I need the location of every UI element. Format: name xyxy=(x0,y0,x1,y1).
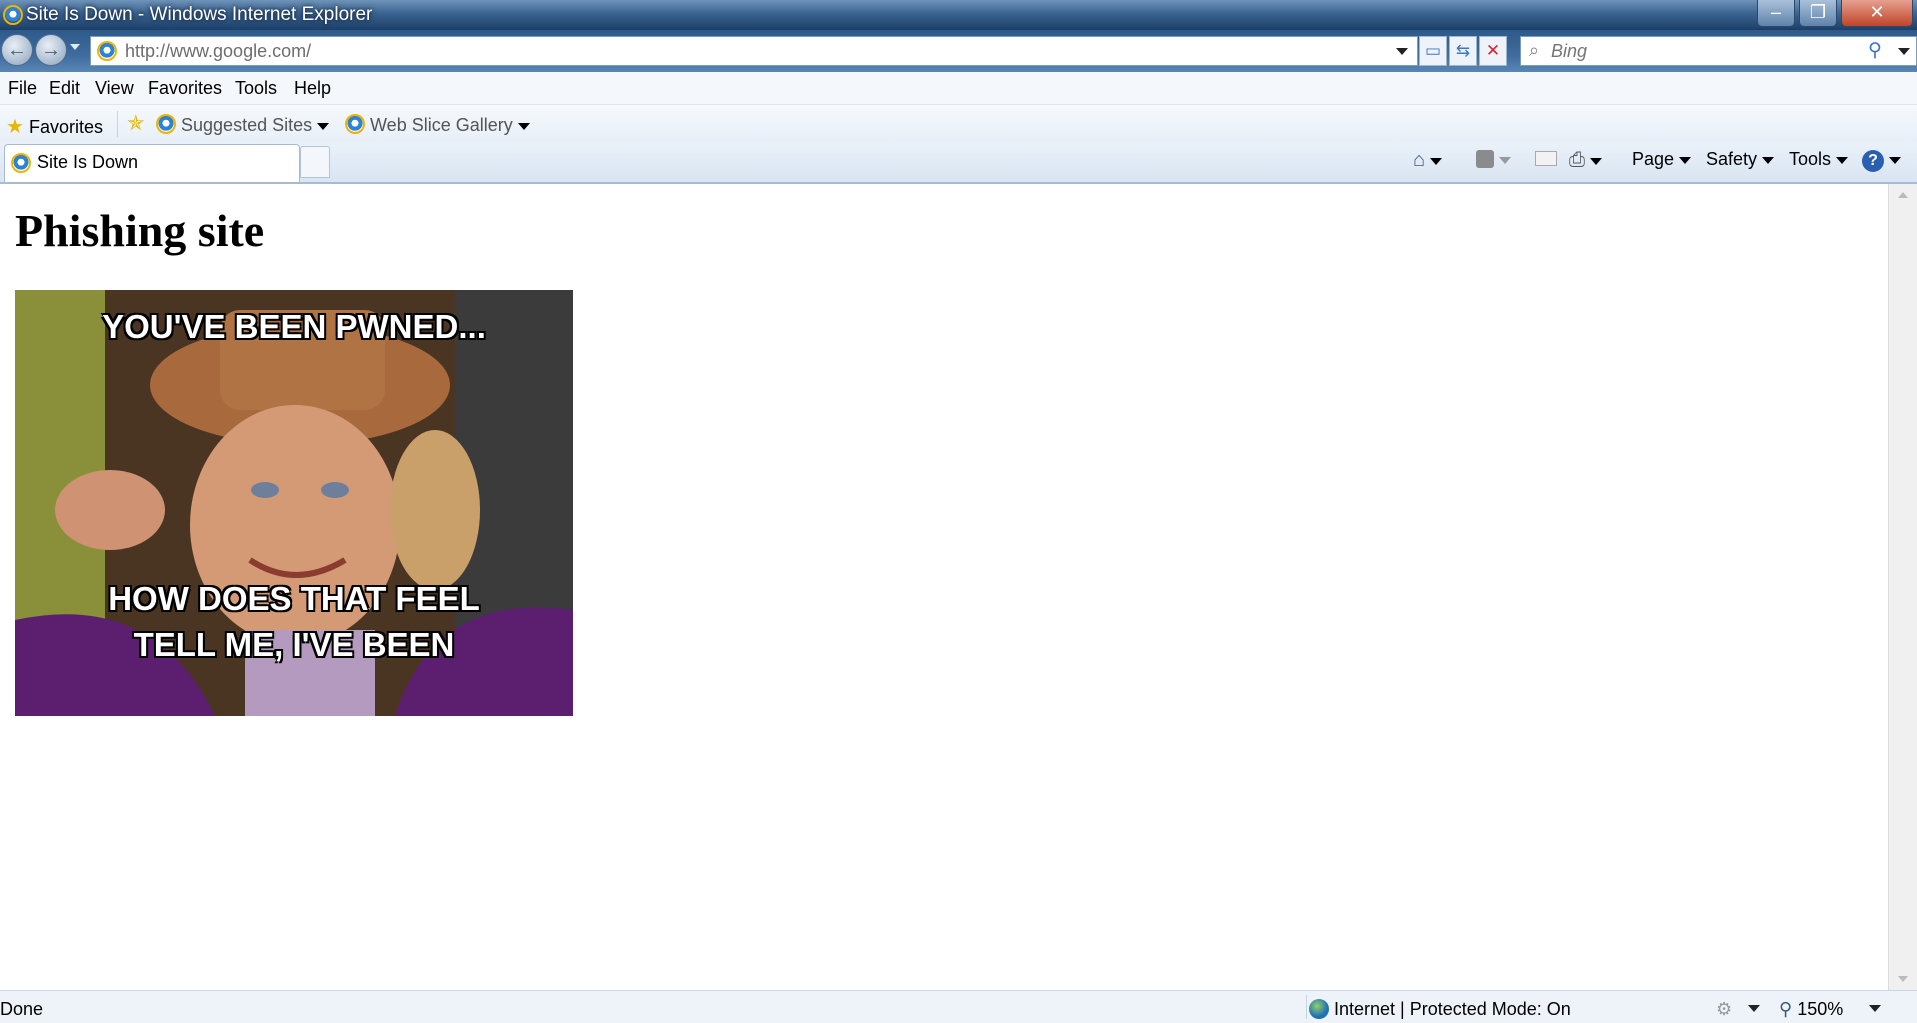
print-button[interactable]: ⎙ xyxy=(1569,149,1602,172)
zoom-level: 150% xyxy=(1797,999,1844,1019)
home-icon: ⌂ xyxy=(1413,149,1426,171)
tab-site-is-down[interactable]: Site Is Down xyxy=(4,144,300,182)
home-button[interactable]: ⌂ xyxy=(1413,149,1443,172)
internet-globe-icon xyxy=(1309,999,1329,1019)
zoom-magnifier-icon: ⚲ xyxy=(1779,999,1793,1019)
new-tab-button[interactable] xyxy=(300,146,330,178)
tools-menu[interactable]: Tools xyxy=(1789,149,1849,170)
tools-menu-label: Tools xyxy=(1789,149,1832,169)
forward-button[interactable]: → xyxy=(35,34,67,66)
page-menu[interactable]: Page xyxy=(1632,149,1692,170)
bing-search-icon: ⌕ xyxy=(1529,40,1540,60)
suggested-sites-link[interactable]: Suggested Sites xyxy=(156,114,330,136)
menu-help[interactable]: Help xyxy=(294,78,331,99)
close-button[interactable]: ✕ xyxy=(1841,0,1913,27)
forward-arrow-icon: → xyxy=(41,39,61,61)
safety-menu[interactable]: Safety xyxy=(1706,149,1775,170)
recent-pages-dropdown-icon[interactable] xyxy=(70,44,80,50)
back-arrow-icon: ← xyxy=(7,39,27,61)
address-dropdown-icon[interactable] xyxy=(1396,48,1408,55)
refresh-button[interactable]: ⇆ xyxy=(1449,36,1477,66)
zoom-button[interactable]: ⚲ 150% xyxy=(1779,999,1843,1020)
web-slice-gallery-icon xyxy=(345,114,365,134)
favorites-label: Favorites xyxy=(28,117,103,137)
favorites-bar: ★ Favorites ✯ Suggested Sites Web Slice … xyxy=(0,105,1917,142)
menu-favorites[interactable]: Favorites xyxy=(148,78,222,99)
page-content: Phishing site YOU'VE BEEN PWNED... HOW D… xyxy=(0,184,1888,990)
title-bar: Site Is Down - Windows Internet Explorer… xyxy=(0,0,1917,30)
security-zone[interactable]: Internet | Protected Mode: On xyxy=(1309,999,1571,1020)
compatibility-view-button[interactable]: ▭ xyxy=(1419,36,1447,66)
menu-bar: File Edit View Favorites Tools Help xyxy=(0,72,1917,105)
protected-mode-icon[interactable]: ⚙ xyxy=(1716,999,1732,1020)
menu-edit[interactable]: Edit xyxy=(49,78,80,99)
meme-top-text: YOU'VE BEEN PWNED... xyxy=(102,308,486,345)
url-input[interactable] xyxy=(125,39,1365,63)
favorites-button[interactable]: ★ Favorites xyxy=(6,114,103,139)
scroll-up-icon[interactable] xyxy=(1898,192,1908,198)
rss-feed-icon xyxy=(1476,150,1494,168)
tab-title: Site Is Down xyxy=(37,152,139,172)
tab-row: Site Is Down xyxy=(0,142,1917,184)
refresh-icon: ⇆ xyxy=(1455,41,1471,60)
stop-icon: ✕ xyxy=(1485,41,1501,60)
read-mail-button[interactable] xyxy=(1535,149,1557,170)
address-box[interactable] xyxy=(90,36,1418,66)
suggested-sites-label: Suggested Sites xyxy=(181,115,313,135)
help-icon: ? xyxy=(1862,150,1884,172)
back-button[interactable]: ← xyxy=(1,34,33,66)
web-slice-gallery-link[interactable]: Web Slice Gallery xyxy=(345,114,530,136)
add-to-favorites-bar-icon[interactable]: ✯ xyxy=(127,111,145,136)
scroll-down-icon[interactable] xyxy=(1898,976,1908,982)
page-menu-label: Page xyxy=(1632,149,1675,169)
zoom-dropdown-icon[interactable] xyxy=(1869,1005,1881,1012)
search-input[interactable] xyxy=(1551,39,1851,63)
ie-logo-icon xyxy=(3,5,23,25)
meme-bottom-text-2: TELL ME, I'VE BEEN xyxy=(133,626,455,663)
menu-view[interactable]: View xyxy=(95,78,134,99)
search-options-dropdown-icon[interactable] xyxy=(1898,48,1910,55)
suggested-sites-icon xyxy=(156,114,176,134)
feeds-button[interactable] xyxy=(1476,149,1511,170)
favbar-divider xyxy=(117,111,118,137)
window-title: Site Is Down - Windows Internet Explorer xyxy=(26,4,373,25)
printer-icon: ⎙ xyxy=(1569,149,1585,171)
protected-mode-dropdown-icon[interactable] xyxy=(1748,1005,1760,1012)
status-bar: Done Internet | Protected Mode: On ⚙ ⚲ 1… xyxy=(0,990,1917,1023)
safety-menu-label: Safety xyxy=(1706,149,1758,169)
minimize-button[interactable]: – xyxy=(1757,0,1795,27)
vertical-scrollbar[interactable] xyxy=(1888,184,1917,990)
compatibility-icon: ▭ xyxy=(1424,41,1442,60)
restore-button[interactable]: ❐ xyxy=(1799,0,1837,27)
meme-image: YOU'VE BEEN PWNED... HOW DOES THAT FEEL … xyxy=(15,290,573,716)
mail-icon xyxy=(1535,151,1557,166)
status-divider xyxy=(1306,995,1307,1019)
menu-file[interactable]: File xyxy=(8,78,37,99)
security-zone-label: Internet | Protected Mode: On xyxy=(1334,999,1571,1019)
search-box[interactable]: ⌕ ⚲ xyxy=(1520,36,1917,66)
help-button[interactable]: ? xyxy=(1862,149,1901,172)
menu-tools[interactable]: Tools xyxy=(235,78,277,99)
web-slice-gallery-label: Web Slice Gallery xyxy=(370,115,513,135)
status-text: Done xyxy=(0,999,44,1019)
meme-bottom-text-1: HOW DOES THAT FEEL xyxy=(108,580,480,617)
tab-ie-icon xyxy=(11,153,31,173)
search-go-icon[interactable]: ⚲ xyxy=(1868,39,1882,62)
favorites-star-icon: ★ xyxy=(6,116,24,138)
page-heading: Phishing site xyxy=(15,205,265,256)
page-ie-icon xyxy=(97,41,117,61)
stop-button[interactable]: ✕ xyxy=(1479,36,1507,66)
